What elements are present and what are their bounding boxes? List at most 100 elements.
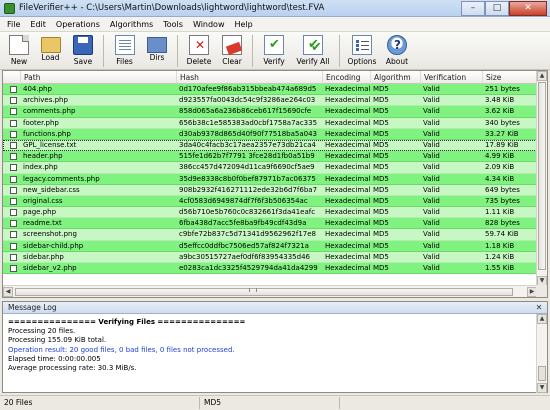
column-header-check[interactable] <box>3 71 21 84</box>
save-button[interactable]: Save <box>67 32 99 69</box>
verify-all-button[interactable]: Verify All <box>291 32 335 69</box>
cell-hash: 0d170afee9f86ab315bbeab474a689d5 <box>179 85 317 93</box>
scroll-left-arrow-icon[interactable]: ◀ <box>3 287 13 297</box>
column-header-path[interactable]: Path <box>21 71 177 84</box>
row-checkbox[interactable] <box>10 119 17 127</box>
horizontal-scrollbar[interactable]: ◀ ▶ <box>3 285 537 297</box>
cell-size: 340 bytes <box>485 118 520 127</box>
table-row[interactable]: functions.php d30ab9378d865d40f90f77518ba… <box>3 128 537 140</box>
menu-help[interactable]: Help <box>230 17 258 32</box>
table-row[interactable]: comments.php 858d065a6a236b86ceb617f15690… <box>3 106 537 118</box>
log-scroll-up-arrow-icon[interactable]: ▲ <box>537 314 547 324</box>
load-button[interactable]: Load <box>34 32 67 69</box>
column-header-algorithm[interactable]: Algorithm <box>371 71 421 84</box>
row-checkbox[interactable] <box>10 253 17 261</box>
close-log-icon[interactable]: ✕ <box>534 303 544 313</box>
row-checkbox[interactable] <box>10 231 17 239</box>
column-header-size[interactable]: Size <box>483 71 537 84</box>
cell-algorithm: MD5 <box>373 241 389 250</box>
table-row[interactable]: page.php d56b710e5b760c0c832661f3da41eafc… <box>3 207 537 219</box>
row-checkbox[interactable] <box>10 164 17 172</box>
menu-window[interactable]: Window <box>188 17 230 32</box>
menu-operations[interactable]: Operations <box>51 17 105 32</box>
table-row[interactable]: index.php 386cc457d472094d11ca9f6690cf5ae… <box>3 162 537 174</box>
table-row[interactable]: sidebar-child.php d5effcc0ddfbc7506ed57af… <box>3 240 537 252</box>
cell-verification: Valid <box>423 152 440 161</box>
cell-encoding: Hexadecimal <box>325 96 371 105</box>
table-row[interactable]: sidebar_v2.php e0283ca1dc3325f4529794da41… <box>3 263 537 275</box>
column-header-encoding[interactable]: Encoding <box>323 71 371 84</box>
minimize-icon: – <box>470 3 476 13</box>
cell-size: 649 bytes <box>485 185 520 194</box>
table-row[interactable]: header.php 515fe1d62b7f7791 3fce28d1fb0a5… <box>3 151 537 163</box>
window-title: FileVerifier++ - C:\Users\Martin\Downloa… <box>19 3 325 13</box>
menu-file[interactable]: File <box>2 17 25 32</box>
cell-encoding: Hexadecimal <box>325 152 371 161</box>
delete-label: Delete <box>186 57 212 66</box>
table-row[interactable]: archives.php d923557fa0043dc54c9f3286ae26… <box>3 95 537 107</box>
vertical-scroll-thumb[interactable] <box>538 82 546 270</box>
menu-algorithms[interactable]: Algorithms <box>105 17 158 32</box>
row-checkbox[interactable] <box>10 97 17 105</box>
delete-button[interactable]: Delete <box>182 32 216 69</box>
minimize-button[interactable]: – <box>461 0 485 16</box>
cell-hash: 3da40c4facb3c17aea2357e73db21ca4 <box>179 140 316 149</box>
table-row[interactable]: footer.php 656b38c1e585383ad0cbf1758a7ac3… <box>3 117 537 129</box>
scroll-up-arrow-icon[interactable]: ▲ <box>537 71 547 81</box>
table-row[interactable]: GPL_license.txt 3da40c4facb3c17aea2357e73… <box>3 139 537 152</box>
table-row[interactable]: sidebar.php a9bc30515727aef0df6f83954335d… <box>3 251 537 263</box>
table-row[interactable]: legacy.comments.php 35d9e8338c8b0f0bef879… <box>3 173 537 185</box>
row-checkbox[interactable] <box>10 108 17 116</box>
row-checkbox[interactable] <box>10 141 17 149</box>
menu-edit[interactable]: Edit <box>25 17 51 32</box>
column-header-hash[interactable]: Hash <box>177 71 323 84</box>
row-checkbox[interactable] <box>10 186 17 194</box>
maximize-button[interactable]: □ <box>485 0 509 16</box>
title-bar[interactable]: FileVerifier++ - C:\Users\Martin\Downloa… <box>0 0 550 17</box>
cell-path: footer.php <box>23 118 59 127</box>
cell-path: readme.txt <box>23 219 62 228</box>
cell-encoding: Hexadecimal <box>325 252 371 261</box>
horizontal-scroll-thumb[interactable] <box>15 288 513 296</box>
verify-all-check-icon <box>303 35 323 55</box>
cell-hash: 386cc457d472094d11ca9f6690cf5ae9 <box>179 163 315 172</box>
log-line: Elapsed time: 0:00:00.005 <box>8 354 101 363</box>
row-checkbox[interactable] <box>10 209 17 217</box>
column-header-verification[interactable]: Verification <box>421 71 483 84</box>
cell-verification: Valid <box>423 118 440 127</box>
cell-algorithm: MD5 <box>373 140 389 149</box>
verify-button[interactable]: Verify <box>257 32 291 69</box>
file-list[interactable]: Path Hash Encoding Algorithm Verificatio… <box>2 70 548 298</box>
row-checkbox[interactable] <box>10 153 17 161</box>
clear-button[interactable]: Clear <box>216 32 248 69</box>
row-checkbox[interactable] <box>10 86 17 93</box>
cell-size: 4.99 KiB <box>485 152 515 161</box>
log-vertical-scrollbar[interactable]: ▲ ▼ <box>536 314 547 393</box>
table-row[interactable]: screenshot.png c9bfe72b837c5d71341d956296… <box>3 229 537 241</box>
dirs-button[interactable]: Dirs <box>141 32 173 69</box>
files-button[interactable]: Files <box>108 32 141 69</box>
about-button[interactable]: About <box>380 32 414 69</box>
menu-tools[interactable]: Tools <box>158 17 188 32</box>
row-checkbox[interactable] <box>10 175 17 183</box>
cell-encoding: Hexadecimal <box>325 208 371 217</box>
row-checkbox[interactable] <box>10 197 17 205</box>
options-button[interactable]: Options <box>344 32 380 69</box>
load-label: Load <box>41 53 60 62</box>
table-row[interactable]: original.css 4cf0583d6949874df7f6f3b50635… <box>3 195 537 208</box>
table-row[interactable]: new_sidebar.css 908b2932f416271112ede32b6… <box>3 184 537 196</box>
cell-encoding: Hexadecimal <box>325 107 371 116</box>
table-row[interactable]: 404.php 0d170afee9f86ab315bbeab474a689d5 H… <box>3 84 537 96</box>
log-scroll-down-arrow-icon[interactable]: ▼ <box>537 383 547 393</box>
close-button[interactable]: ✕ <box>509 0 547 16</box>
row-checkbox[interactable] <box>10 220 17 228</box>
row-checkbox[interactable] <box>10 242 17 250</box>
row-checkbox[interactable] <box>10 265 17 272</box>
new-button[interactable]: New <box>4 32 34 69</box>
row-checkbox[interactable] <box>10 130 17 138</box>
vertical-scrollbar[interactable]: ▲ ▼ <box>536 71 547 286</box>
cell-algorithm: MD5 <box>373 185 389 194</box>
log-scroll-thumb[interactable] <box>538 366 546 381</box>
table-row[interactable]: readme.txt 6fba438d7acc5fe8ba9fb49cdf43d9… <box>3 218 537 230</box>
save-label: Save <box>73 57 93 66</box>
